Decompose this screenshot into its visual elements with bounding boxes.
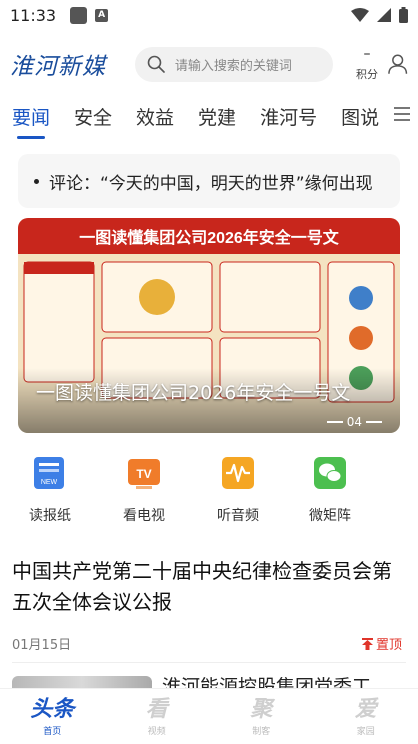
tab-headlines[interactable]: 要闻 [12, 103, 50, 139]
banner-page-number: 04 [346, 415, 362, 429]
banner-caption: 一图读懂集团公司2026年安全一号文 [36, 382, 351, 404]
points-label: 积分 [356, 68, 379, 81]
points-value: – [363, 46, 371, 62]
divider [12, 662, 406, 663]
nav-home[interactable]: 爱 家园 [314, 689, 418, 744]
status-time: 11:33 [10, 5, 57, 25]
quick-link-tv[interactable]: TV 看电视 [114, 455, 174, 525]
bottom-nav: 头条 首页 看 视频 聚 制客 爱 家园 [0, 688, 418, 744]
nav-main-label: 看 [145, 696, 168, 722]
nav-main-label: 聚 [250, 696, 273, 722]
nav-video[interactable]: 看 视频 [105, 689, 210, 744]
quick-link-audio[interactable]: 听音频 [208, 455, 268, 525]
pin-badge: 置顶 [361, 634, 402, 653]
nav-headlines[interactable]: 头条 首页 [0, 689, 105, 744]
banner-image-title: 一图读懂集团公司2026年安全一号文 [79, 228, 340, 247]
nav-sub-label: 首页 [43, 727, 62, 737]
banner-carousel[interactable]: 一图读懂集团公司2026年安全一号文 一图读懂集团公司2026年安全一号文 04 [18, 218, 400, 433]
notification-icon [70, 6, 88, 24]
battery-icon [399, 7, 408, 23]
signal-icon [377, 8, 391, 22]
bullet-icon [34, 178, 39, 184]
tab-huaihe[interactable]: 淮河号 [260, 103, 317, 130]
tab-safety[interactable]: 安全 [74, 103, 112, 130]
banner-page-indicator: 04 [326, 415, 382, 429]
article-meta: 01月15日 置顶 [12, 634, 402, 653]
quick-links: NEW 读报纸 TV 看电视 听音频 微矩阵 [0, 455, 418, 535]
article-title[interactable]: 中国共产党第二十届中央纪律检查委员会第五次全体会议公报 [12, 556, 406, 618]
channel-tabs: 要闻 安全 效益 党建 淮河号 图说 [0, 96, 418, 139]
newspaper-icon: NEW [34, 457, 64, 489]
nav-sub-label: 家园 [356, 727, 375, 737]
menu-icon[interactable] [392, 104, 412, 124]
nav-gather[interactable]: 聚 制客 [209, 689, 314, 744]
wifi-icon [351, 8, 369, 22]
status-bar: 11:33 A [0, 0, 418, 30]
quick-link-label: 看电视 [123, 508, 165, 524]
quick-link-label: 微矩阵 [309, 508, 351, 524]
audio-icon [222, 457, 254, 489]
search-placeholder: 请输入搜索的关键词 [174, 58, 292, 74]
tab-pictures[interactable]: 图说 [341, 103, 379, 130]
svg-text:TV: TV [136, 467, 151, 481]
points-button[interactable]: – 积分 [353, 46, 380, 82]
search-bar[interactable]: 请输入搜索的关键词 [134, 46, 334, 82]
nav-sub-label: 制客 [252, 727, 271, 737]
quick-link-label: 读报纸 [29, 508, 71, 524]
quick-link-newspaper[interactable]: NEW 读报纸 [20, 455, 80, 525]
user-icon[interactable] [387, 53, 408, 75]
pin-label: 置顶 [375, 638, 402, 653]
tab-efficiency[interactable]: 效益 [136, 103, 174, 130]
search-icon [147, 55, 165, 73]
pin-icon [361, 637, 373, 650]
svg-text:NEW: NEW [41, 479, 58, 486]
nav-sub-label: 视频 [147, 727, 166, 737]
ticker-text: 评论：“今天的中国，明天的世界”缘何出现 [49, 173, 373, 194]
news-ticker[interactable]: 评论：“今天的中国，明天的世界”缘何出现 [18, 154, 400, 208]
app-badge-icon: A [95, 8, 109, 22]
nav-main-label: 爱 [354, 696, 377, 722]
tab-party[interactable]: 党建 [198, 103, 236, 130]
nav-main-label: 头条 [30, 696, 75, 722]
quick-link-wechat[interactable]: 微矩阵 [300, 455, 360, 525]
app-logo: 淮河新媒 [10, 54, 106, 80]
tv-icon: TV [128, 459, 160, 489]
header: 淮河新媒 请输入搜索的关键词 – 积分 [0, 38, 418, 90]
quick-link-label: 听音频 [217, 508, 259, 524]
article-date: 01月15日 [12, 638, 72, 653]
wechat-icon [314, 457, 346, 489]
